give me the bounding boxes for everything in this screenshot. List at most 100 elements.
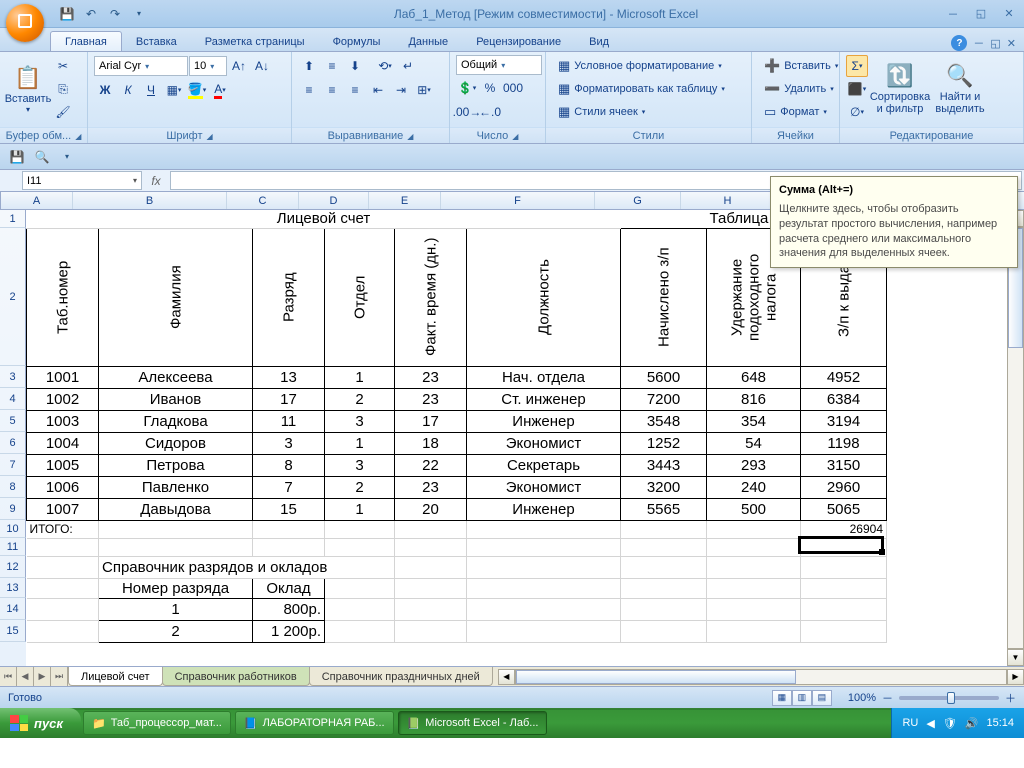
dialog-launcher-icon[interactable]: ◢	[75, 132, 81, 141]
column-header[interactable]: D	[299, 192, 369, 209]
qat-more-icon[interactable]: ▾	[56, 147, 78, 167]
paste-button[interactable]: 📋Вставить▾	[6, 55, 50, 123]
row-header[interactable]: 4	[0, 388, 26, 410]
tab-page-layout[interactable]: Разметка страницы	[191, 32, 319, 51]
row-header[interactable]: 10	[0, 520, 26, 538]
number-format-combo[interactable]: Общий▾	[456, 55, 542, 75]
align-bottom-icon[interactable]: ⬇	[344, 55, 366, 77]
scroll-thumb[interactable]	[516, 670, 796, 684]
bold-icon[interactable]: Ж	[94, 79, 116, 101]
currency-icon[interactable]: 💲▾	[456, 77, 478, 99]
doc-restore-button[interactable]: ◱	[990, 37, 1000, 50]
zoom-level[interactable]: 100%	[848, 692, 876, 704]
tray-icon[interactable]: 🛡	[943, 717, 957, 730]
sort-filter-button[interactable]: 🔃Сортировка и фильтр	[870, 55, 930, 123]
row-header[interactable]: 3	[0, 366, 26, 388]
fill-color-icon[interactable]: 🪣▾	[186, 79, 208, 101]
cells-area[interactable]: Лицевой счетТаблицаТаб.номерФамилияРазря…	[26, 210, 1024, 666]
align-right-icon[interactable]: ≡	[344, 79, 366, 101]
sheet-tab[interactable]: Лицевой счет	[68, 667, 163, 686]
fill-icon[interactable]: ⬛▾	[846, 78, 868, 100]
grow-font-icon[interactable]: A↑	[228, 55, 250, 77]
sheet-tab[interactable]: Справочник праздничных дней	[309, 667, 493, 686]
row-header[interactable]: 9	[0, 498, 26, 520]
align-center-icon[interactable]: ≡	[321, 79, 343, 101]
restore-button[interactable]: ◱	[970, 5, 992, 23]
view-break-icon[interactable]: ▤	[812, 690, 832, 706]
sheet-nav-next-icon[interactable]: ▶	[34, 667, 51, 686]
close-button[interactable]: ✕	[998, 5, 1020, 23]
row-header[interactable]: 1	[0, 210, 26, 228]
autosum-icon[interactable]: Σ▾	[846, 55, 868, 77]
dialog-launcher-icon[interactable]: ◢	[512, 132, 518, 141]
undo-icon[interactable]: ↶	[80, 3, 102, 25]
column-header[interactable]: G	[595, 192, 681, 209]
increase-indent-icon[interactable]: ⇥	[390, 79, 412, 101]
row-header[interactable]: 6	[0, 432, 26, 454]
font-size-combo[interactable]: 10▾	[189, 56, 227, 76]
italic-icon[interactable]: К	[117, 79, 139, 101]
align-left-icon[interactable]: ≡	[298, 79, 320, 101]
tab-data[interactable]: Данные	[394, 32, 462, 51]
save-icon[interactable]: 💾	[6, 147, 28, 167]
tab-review[interactable]: Рецензирование	[462, 32, 575, 51]
font-name-combo[interactable]: Arial Cyr▾	[94, 56, 188, 76]
scroll-left-icon[interactable]: ◀	[498, 669, 515, 685]
comma-icon[interactable]: 000	[502, 77, 524, 99]
fx-icon[interactable]: fx	[144, 170, 168, 191]
column-header[interactable]: E	[369, 192, 441, 209]
sheet-nav-last-icon[interactable]: ⏭	[51, 667, 68, 686]
row-header[interactable]: 7	[0, 454, 26, 476]
underline-icon[interactable]: Ч	[140, 79, 162, 101]
qat-more-icon[interactable]: ▾	[128, 3, 150, 25]
column-header[interactable]: H	[681, 192, 775, 209]
insert-cells-button[interactable]: ➕Вставить▾	[758, 55, 844, 77]
decrease-decimal-icon[interactable]: ←.0	[479, 101, 501, 123]
column-header[interactable]: F	[441, 192, 595, 209]
clear-icon[interactable]: ∅▾	[846, 101, 868, 123]
merge-icon[interactable]: ⊞▾	[413, 79, 435, 101]
copy-icon[interactable]: ⎘	[52, 78, 74, 100]
clock[interactable]: 15:14	[986, 717, 1014, 729]
cell-styles-button[interactable]: ▦Стили ячеек▾	[552, 101, 731, 123]
zoom-slider[interactable]	[899, 696, 999, 700]
dialog-launcher-icon[interactable]: ◢	[407, 132, 413, 141]
percent-icon[interactable]: %	[479, 77, 501, 99]
save-icon[interactable]: 💾	[56, 3, 78, 25]
decrease-indent-icon[interactable]: ⇤	[367, 79, 389, 101]
language-indicator[interactable]: RU	[902, 717, 918, 729]
tab-home[interactable]: Главная	[50, 31, 122, 51]
increase-decimal-icon[interactable]: .00→	[456, 101, 478, 123]
sheet-nav-first-icon[interactable]: ⏮	[0, 667, 17, 686]
orientation-icon[interactable]: ⟲▾	[374, 55, 396, 77]
row-header[interactable]: 14	[0, 598, 26, 620]
row-header[interactable]: 8	[0, 476, 26, 498]
zoom-in-icon[interactable]: ＋	[1005, 690, 1016, 706]
zoom-out-icon[interactable]: －	[882, 690, 893, 706]
tab-formulas[interactable]: Формулы	[319, 32, 395, 51]
horizontal-scrollbar[interactable]: ◀ ▶	[498, 667, 1024, 686]
row-header[interactable]: 12	[0, 556, 26, 578]
scroll-right-icon[interactable]: ▶	[1007, 669, 1024, 685]
taskbar-item[interactable]: 📘ЛАБОРАТОРНАЯ РАБ...	[235, 711, 394, 735]
redo-icon[interactable]: ↷	[104, 3, 126, 25]
scroll-down-icon[interactable]: ▼	[1007, 649, 1024, 666]
format-painter-icon[interactable]: 🖌	[52, 101, 74, 123]
doc-minimize-button[interactable]: －	[973, 35, 984, 51]
find-select-button[interactable]: 🔍Найти и выделить	[932, 55, 988, 123]
tab-insert[interactable]: Вставка	[122, 32, 191, 51]
start-button[interactable]: пуск	[0, 708, 81, 738]
minimize-button[interactable]: －	[942, 5, 964, 23]
delete-cells-button[interactable]: ➖Удалить▾	[758, 78, 844, 100]
column-header[interactable]: B	[73, 192, 227, 209]
row-header[interactable]: 15	[0, 620, 26, 642]
doc-close-button[interactable]: ✕	[1007, 37, 1016, 50]
align-middle-icon[interactable]: ≡	[321, 55, 343, 77]
dialog-launcher-icon[interactable]: ◢	[207, 132, 213, 141]
border-icon[interactable]: ▦▾	[163, 79, 185, 101]
view-normal-icon[interactable]: ▦	[772, 690, 792, 706]
tab-view[interactable]: Вид	[575, 32, 623, 51]
office-button[interactable]	[6, 4, 44, 42]
sheet-tab[interactable]: Справочник работников	[162, 667, 310, 686]
format-as-table-button[interactable]: ▦Форматировать как таблицу▾	[552, 78, 731, 100]
